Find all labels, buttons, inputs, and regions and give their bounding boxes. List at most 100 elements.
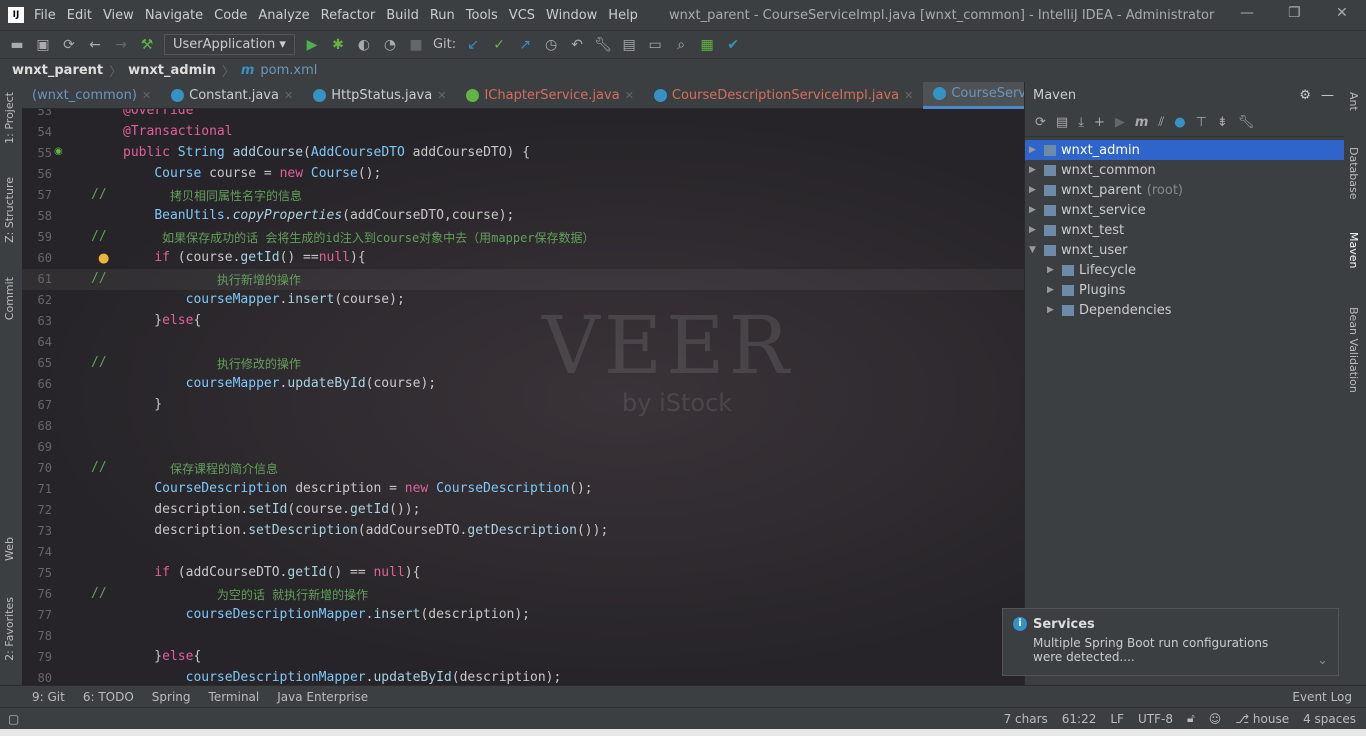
tab-ichapterservice-java[interactable]: IChapterService.java ✕ bbox=[456, 82, 643, 109]
bulb-icon[interactable]: ● bbox=[98, 251, 109, 266]
history-icon[interactable]: ◷ bbox=[542, 37, 560, 53]
monitor-icon[interactable]: ▦ bbox=[698, 37, 716, 53]
tool-database[interactable]: Database bbox=[1347, 147, 1360, 200]
layout-icon[interactable]: ▢ bbox=[8, 712, 19, 726]
project-structure-icon[interactable]: ▤ bbox=[620, 37, 638, 53]
offline-icon[interactable]: ● bbox=[1174, 115, 1185, 130]
git-update-icon[interactable]: ↙ bbox=[464, 37, 482, 53]
menu-refactor[interactable]: Refactor bbox=[321, 8, 376, 23]
tool-git[interactable]: 9: Git bbox=[32, 690, 65, 704]
tool-project[interactable]: 1: Project bbox=[3, 92, 16, 144]
maven-tree-item[interactable]: ▶ wnxt_test bbox=[1025, 220, 1344, 240]
close-tab-icon[interactable]: ✕ bbox=[142, 89, 151, 102]
tab-httpstatus-java[interactable]: HttpStatus.java ✕ bbox=[303, 82, 456, 109]
maven-tree-item[interactable]: ▶ wnxt_parent (root) bbox=[1025, 180, 1344, 200]
hide-icon[interactable]: — bbox=[1321, 88, 1334, 103]
wrench-icon[interactable]: 🔧︎ bbox=[1238, 115, 1255, 130]
search-icon[interactable]: ⌕ bbox=[672, 37, 690, 53]
tool-structure[interactable]: Z: Structure bbox=[3, 177, 16, 243]
tool-terminal[interactable]: Terminal bbox=[209, 690, 260, 704]
minimize-icon[interactable]: — bbox=[1240, 5, 1254, 21]
maven-tree-item[interactable]: ▶ wnxt_common bbox=[1025, 160, 1344, 180]
indent[interactable]: 4 spaces bbox=[1303, 712, 1356, 726]
reload-icon[interactable]: ⟳ bbox=[1035, 115, 1046, 130]
close-tab-icon[interactable]: ✕ bbox=[284, 89, 293, 102]
tool-web[interactable]: Web bbox=[3, 537, 16, 561]
maven-tree-item[interactable]: ▶ Lifecycle bbox=[1025, 260, 1344, 280]
stop-icon[interactable]: ■ bbox=[407, 37, 425, 53]
debug-icon[interactable]: ✱ bbox=[329, 37, 347, 53]
tool-maven[interactable]: Maven bbox=[1347, 232, 1360, 268]
menu-navigate[interactable]: Navigate bbox=[145, 8, 203, 23]
run-icon[interactable]: ▶ bbox=[303, 37, 321, 53]
build-hammer-icon[interactable]: ⚒ bbox=[138, 37, 156, 53]
collapsed-arrow-icon[interactable]: ▶ bbox=[1029, 165, 1039, 175]
run-icon[interactable]: ▶ bbox=[1115, 115, 1125, 130]
menu-file[interactable]: File bbox=[34, 8, 56, 23]
menu-build[interactable]: Build bbox=[386, 8, 419, 23]
close-tab-icon[interactable]: ✕ bbox=[437, 89, 446, 102]
maven-tree-item[interactable]: ▶ Plugins bbox=[1025, 280, 1344, 300]
show-deps-icon[interactable]: ⊤ bbox=[1196, 115, 1207, 130]
tool-spring[interactable]: Spring bbox=[152, 690, 191, 704]
maven-tree-item[interactable]: ▶ Dependencies bbox=[1025, 300, 1344, 320]
coverage-icon[interactable]: ◐ bbox=[355, 37, 373, 53]
caret-position[interactable]: 61:22 bbox=[1062, 712, 1097, 726]
maven-tree-item[interactable]: ▶ wnxt_service bbox=[1025, 200, 1344, 220]
maven-goal-icon[interactable]: m bbox=[1135, 115, 1149, 130]
rollback-icon[interactable]: ↶ bbox=[568, 37, 586, 53]
collapsed-arrow-icon[interactable]: ▶ bbox=[1047, 265, 1057, 275]
collapsed-arrow-icon[interactable]: ▶ bbox=[1047, 285, 1057, 295]
gear-icon[interactable]: ⚙ bbox=[1299, 88, 1311, 103]
menu-tools[interactable]: Tools bbox=[466, 8, 498, 23]
tab-coursedescriptionserviceimpl-java[interactable]: CourseDescriptionServiceImpl.java ✕ bbox=[644, 82, 923, 109]
collapsed-arrow-icon[interactable]: ▶ bbox=[1047, 305, 1057, 315]
tool-java-enterprise[interactable]: Java Enterprise bbox=[277, 690, 368, 704]
restore-icon[interactable]: ❐ bbox=[1288, 5, 1301, 21]
save-icon[interactable]: ▣ bbox=[34, 37, 52, 53]
terminal-icon[interactable]: ▭ bbox=[646, 37, 664, 53]
menu-window[interactable]: Window bbox=[546, 8, 597, 23]
lock-icon[interactable]: 🔓︎ bbox=[1187, 711, 1195, 726]
close-icon[interactable]: ✕ bbox=[1336, 5, 1348, 21]
run-config-select[interactable]: UserApplication ▾ bbox=[164, 34, 295, 55]
tab--wnxt-common-[interactable]: (wnxt_common) ✕ bbox=[22, 82, 161, 109]
menu-view[interactable]: View bbox=[103, 8, 134, 23]
collapsed-arrow-icon[interactable]: ▶ bbox=[1029, 205, 1039, 215]
menu-vcs[interactable]: VCS bbox=[509, 8, 535, 23]
close-tab-icon[interactable]: ✕ bbox=[625, 89, 634, 102]
inspector-icon[interactable]: ☺ bbox=[1209, 712, 1222, 726]
menu-help[interactable]: Help bbox=[608, 8, 638, 23]
expanded-arrow-icon[interactable]: ▼ bbox=[1029, 245, 1039, 255]
tool-commit[interactable]: Commit bbox=[3, 277, 16, 320]
collapsed-arrow-icon[interactable]: ▶ bbox=[1029, 225, 1039, 235]
collapsed-arrow-icon[interactable]: ▶ bbox=[1029, 145, 1039, 155]
git-push-icon[interactable]: ↗ bbox=[516, 37, 534, 53]
tool-favorites[interactable]: 2: Favorites bbox=[3, 597, 16, 661]
generate-sources-icon[interactable]: ▤ bbox=[1056, 115, 1068, 130]
collapsed-arrow-icon[interactable]: ▶ bbox=[1029, 185, 1039, 195]
sync-icon[interactable]: ⟳ bbox=[60, 37, 78, 53]
breadcrumb-item[interactable]: wnxt_admin bbox=[128, 63, 216, 78]
event-log-button[interactable]: Event Log bbox=[1292, 690, 1352, 704]
open-folder-icon[interactable]: ▬ bbox=[8, 37, 26, 53]
menu-code[interactable]: Code bbox=[214, 8, 247, 23]
tool-ant[interactable]: Ant bbox=[1347, 92, 1360, 111]
forward-icon[interactable]: → bbox=[112, 37, 130, 53]
menu-edit[interactable]: Edit bbox=[67, 8, 92, 23]
close-tab-icon[interactable]: ✕ bbox=[904, 89, 913, 102]
menu-analyze[interactable]: Analyze bbox=[258, 8, 309, 23]
git-commit-icon[interactable]: ✓ bbox=[490, 37, 508, 53]
download-icon[interactable]: ⤓ bbox=[1078, 115, 1084, 130]
tab-constant-java[interactable]: Constant.java ✕ bbox=[161, 82, 303, 109]
encoding[interactable]: UTF-8 bbox=[1138, 712, 1173, 726]
line-separator[interactable]: LF bbox=[1110, 712, 1124, 726]
skip-tests-icon[interactable]: ⫽ bbox=[1158, 115, 1164, 130]
tool-bean-validation[interactable]: Bean Validation bbox=[1347, 307, 1360, 393]
breadcrumb-item[interactable]: wnxt_parent bbox=[12, 63, 103, 78]
collapse-icon[interactable]: ⇟ bbox=[1217, 115, 1228, 130]
tool-todo[interactable]: 6: TODO bbox=[83, 690, 134, 704]
check-circle-icon[interactable]: ✔ bbox=[724, 37, 742, 53]
implements-icon[interactable]: ◉ bbox=[54, 146, 63, 157]
services-notification[interactable]: i Services Multiple Spring Boot run conf… bbox=[1002, 608, 1339, 676]
